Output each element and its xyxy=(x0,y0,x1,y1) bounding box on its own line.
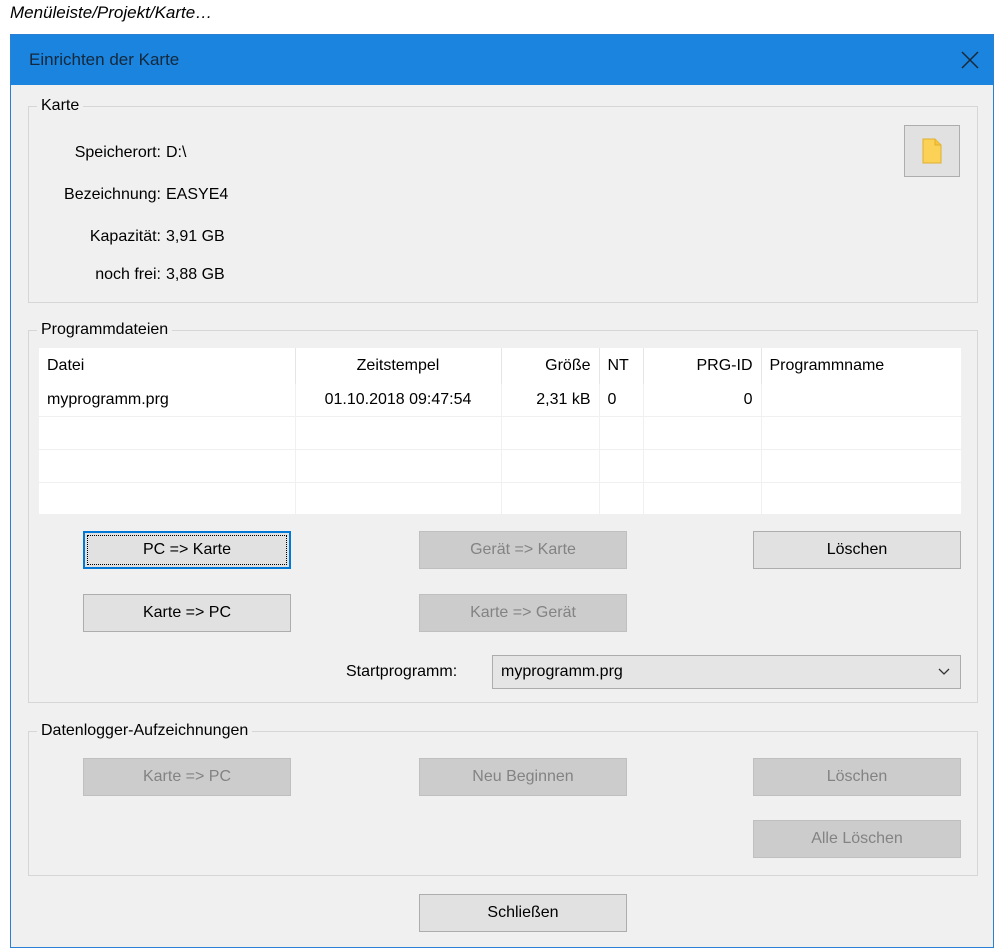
startprogramm-label: Startprogramm: xyxy=(346,663,458,680)
window-title: Einrichten der Karte xyxy=(29,50,180,69)
karte-to-geraet-button[interactable]: Karte => Gerät xyxy=(419,594,627,632)
noch-frei-label: noch frei: xyxy=(95,266,161,283)
startprogramm-select[interactable]: myprogramm.prg xyxy=(492,655,961,689)
column-header-programmname[interactable]: Programmname xyxy=(761,348,961,384)
column-header-groesse[interactable]: Größe xyxy=(501,348,600,384)
loeschen-program-button[interactable]: Löschen xyxy=(753,531,961,569)
column-header-zeitstempel[interactable]: Zeitstempel xyxy=(295,348,502,384)
close-button[interactable] xyxy=(947,35,993,85)
schliessen-label: Schließen xyxy=(487,904,559,921)
loeschen-program-label: Löschen xyxy=(826,541,888,558)
empty-row xyxy=(39,416,961,450)
cell-datei: myprogramm.prg xyxy=(39,384,296,417)
browse-folder-button[interactable] xyxy=(904,125,960,177)
cell-prg-id: 0 xyxy=(643,384,762,417)
bezeichnung-label: Bezeichnung: xyxy=(64,186,161,203)
bezeichnung-value: EASYE4 xyxy=(166,186,229,203)
kapazitaet-label: Kapazität: xyxy=(89,228,161,245)
startprogramm-value: myprogramm.prg xyxy=(501,663,623,680)
title-bar: Einrichten der Karte xyxy=(11,35,993,85)
column-header-nt[interactable]: NT xyxy=(599,348,644,384)
datenlogger-legend: Datenlogger-Aufzeichnungen xyxy=(37,720,253,742)
logger-karte-to-pc-label: Karte => PC xyxy=(142,768,232,785)
cell-nt: 0 xyxy=(599,384,644,417)
schliessen-button[interactable]: Schließen xyxy=(419,894,627,932)
cell-groesse: 2,31 kB xyxy=(501,384,600,417)
list-header: Datei Zeitstempel Größe NT PRG-ID Progra… xyxy=(39,348,961,384)
folder-icon xyxy=(922,138,942,164)
kapazitaet-value: 3,91 GB xyxy=(166,228,225,245)
logger-loeschen-button[interactable]: Löschen xyxy=(753,758,961,796)
column-header-datei[interactable]: Datei xyxy=(39,348,296,384)
neu-beginnen-label: Neu Beginnen xyxy=(472,768,574,785)
karte-to-geraet-label: Karte => Gerät xyxy=(470,604,576,621)
logger-loeschen-label: Löschen xyxy=(826,768,888,785)
programmdateien-legend: Programmdateien xyxy=(37,319,173,341)
karte-to-pc-label: Karte => PC xyxy=(142,604,232,621)
dialog-window: Einrichten der Karte Karte Speicherort: … xyxy=(10,34,994,948)
table-row[interactable]: myprogramm.prg 01.10.2018 09:47:54 2,31 … xyxy=(39,384,961,417)
noch-frei-value: 3,88 GB xyxy=(166,266,225,283)
pc-to-karte-label: PC => Karte xyxy=(142,541,232,558)
pc-to-karte-button[interactable]: PC => Karte xyxy=(83,531,291,569)
chevron-down-icon xyxy=(938,668,950,675)
cell-programmname xyxy=(761,384,961,417)
alle-loeschen-label: Alle Löschen xyxy=(811,830,903,847)
menu-path-caption: Menüleiste/Projekt/Karte… xyxy=(10,3,213,22)
karte-to-pc-button[interactable]: Karte => PC xyxy=(83,594,291,632)
geraet-to-karte-button[interactable]: Gerät => Karte xyxy=(419,531,627,569)
karte-legend: Karte xyxy=(37,95,84,117)
program-files-list[interactable]: Datei Zeitstempel Größe NT PRG-ID Progra… xyxy=(39,348,961,514)
speicherort-label: Speicherort: xyxy=(74,144,161,161)
empty-row xyxy=(39,482,961,514)
neu-beginnen-button[interactable]: Neu Beginnen xyxy=(419,758,627,796)
column-header-prg-id[interactable]: PRG-ID xyxy=(643,348,762,384)
close-icon xyxy=(961,51,979,69)
alle-loeschen-button[interactable]: Alle Löschen xyxy=(753,820,961,858)
logger-karte-to-pc-button[interactable]: Karte => PC xyxy=(83,758,291,796)
cell-zeitstempel: 01.10.2018 09:47:54 xyxy=(295,384,502,417)
geraet-to-karte-label: Gerät => Karte xyxy=(470,541,576,558)
speicherort-value: D:\ xyxy=(166,144,187,161)
empty-row xyxy=(39,449,961,483)
